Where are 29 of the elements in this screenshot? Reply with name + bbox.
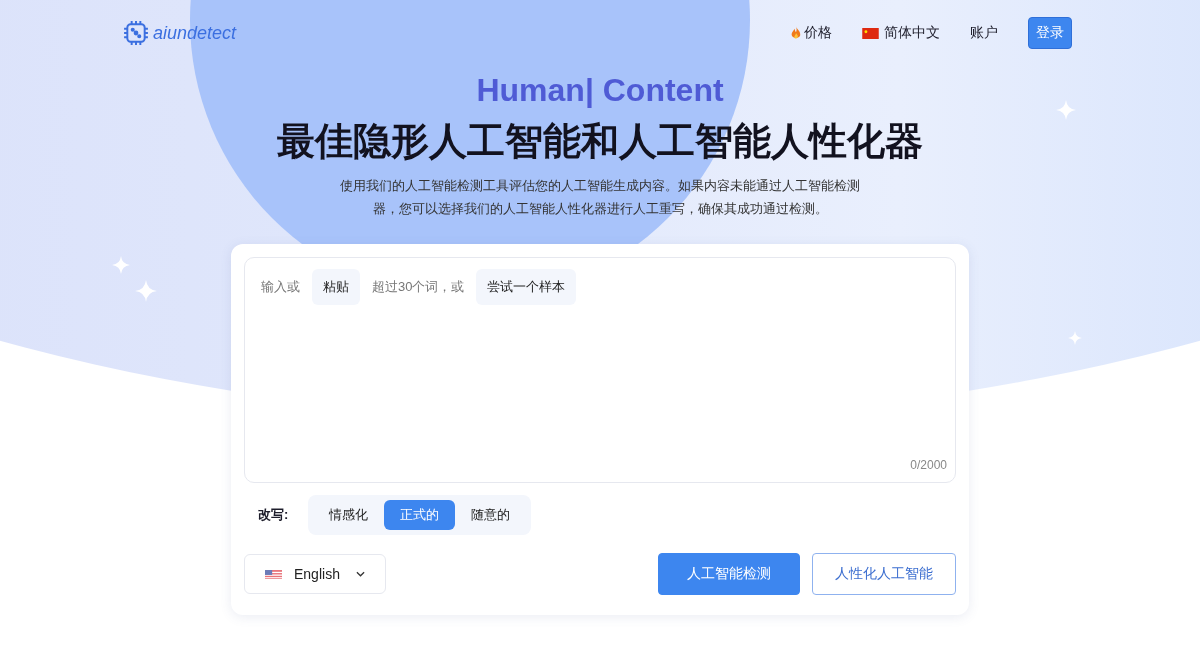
login-button[interactable]: 登录 <box>1028 17 1072 49</box>
flame-icon <box>791 26 801 40</box>
language-link[interactable]: 简体中文 <box>862 24 940 42</box>
hint-button[interactable]: 尝试一个样本 <box>476 269 577 305</box>
text-input-field[interactable]: 输入或 粘贴 超过30个词，或 尝试一个样本 0/2000 <box>244 257 956 483</box>
action-button[interactable]: 人性化人工智能 <box>812 553 956 595</box>
hero-title: 最佳隐形人工智能和人工智能人性化器 <box>276 119 924 164</box>
tone-option[interactable]: 随意的 <box>455 500 527 530</box>
word-counter: 0/2000 <box>910 458 947 472</box>
hero-description: 使用我们的人工智能检测工具评估您的人工智能生成内容。如果内容未能通过人工智能检测器，您可以选择我们的人工智能人性化器进行人工重写，确保其成功通过检测。 <box>339 177 861 218</box>
pricing-link[interactable]: 价格 <box>791 24 832 42</box>
us-flag-icon <box>265 569 282 579</box>
rewrite-label: 改写: <box>258 506 289 524</box>
sparkle-icon <box>1068 331 1082 345</box>
action-button[interactable]: 人工智能检测 <box>658 553 800 595</box>
tone-option[interactable]: 正式的 <box>384 500 456 530</box>
account-link[interactable]: 账户 <box>970 24 998 42</box>
sparkle-icon <box>1056 100 1076 120</box>
tone-option[interactable]: 情感化 <box>313 500 385 530</box>
hint-text: 超过30个词，或 <box>372 278 465 296</box>
sparkle-icon <box>112 256 130 274</box>
hint-text: 输入或 <box>261 278 300 296</box>
language-dropdown[interactable]: English <box>244 554 386 594</box>
hint-button[interactable]: 粘贴 <box>312 269 360 305</box>
sparkle-icon <box>135 280 157 302</box>
caret-icon <box>355 571 365 577</box>
tagline: Human| Content <box>475 71 725 110</box>
logo-icon <box>123 20 149 46</box>
china-flag-icon <box>862 27 879 39</box>
